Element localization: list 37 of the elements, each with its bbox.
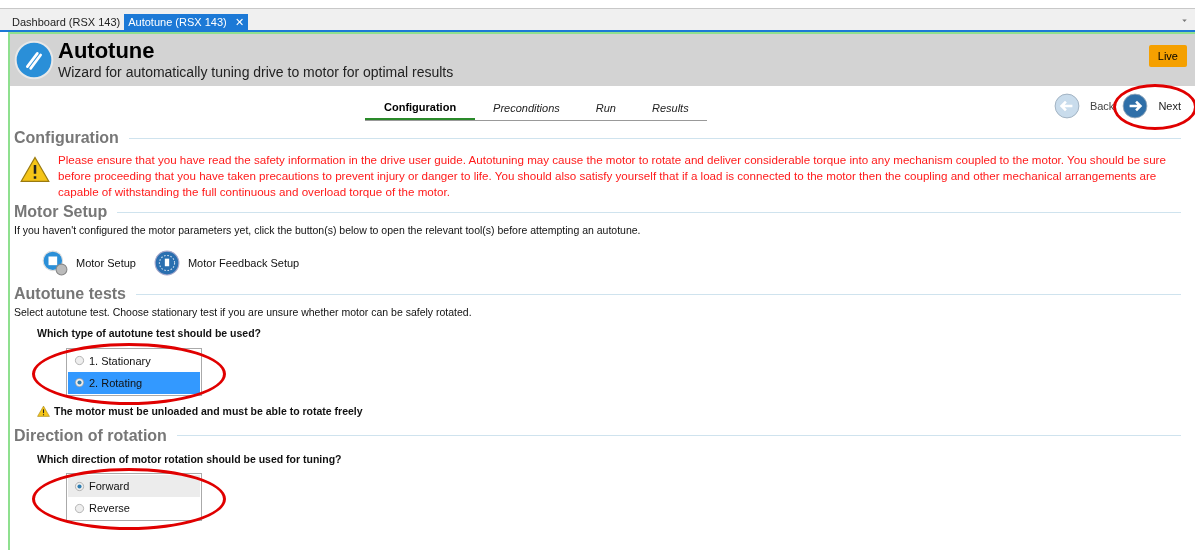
instruction-text: If you haven't configured the motor parameters yet, click the button(s) below to open the relevant tool(s) before attempting an autotune. (14, 223, 642, 238)
warning-icon (20, 155, 50, 185)
dropdown-caret-icon[interactable] (1180, 16, 1189, 25)
next-button[interactable]: Next (1122, 93, 1181, 119)
section-heading: Configuration (14, 128, 119, 148)
radio-selected-icon[interactable] (74, 377, 85, 389)
tool-button[interactable]: Motor Setup (42, 250, 136, 276)
question-label: Which type of autotune test should be used? (36, 326, 262, 341)
warning-icon (37, 405, 50, 419)
radio-option[interactable]: 1. Stationary (68, 349, 200, 372)
radio-option[interactable]: 2. Rotating (68, 371, 200, 394)
wizard-step-tab[interactable]: Configuration (365, 96, 476, 120)
section-heading: Direction of rotation (14, 425, 167, 446)
feedback-dial-icon (153, 250, 180, 276)
wizard-step-tab[interactable]: Run (577, 96, 634, 120)
document-tab[interactable]: Dashboard (RSX 143) (8, 14, 125, 30)
radio-option[interactable]: Forward (68, 475, 200, 498)
warning-note: The motor must be unloaded and must be able to rotate freely (54, 403, 363, 419)
radio-icon[interactable] (74, 355, 85, 367)
instruction-text: Select autotune test. Choose stationary test if you are unsure whether motor can be safely rotated. (14, 305, 473, 320)
section-heading: Motor Setup (14, 202, 108, 222)
live-badge: Live (1148, 44, 1187, 68)
wizard-step-tab[interactable]: Results (633, 96, 707, 120)
close-icon[interactable]: ✕ (234, 13, 244, 31)
wizard-step-tab[interactable]: Preconditions (475, 96, 578, 120)
page-subtitle: Wizard for automatically tuning drive to motor for optimal results (58, 63, 455, 81)
radio-icon[interactable] (74, 502, 85, 514)
document-tab[interactable]: Autotune (RSX 143) ✕ (124, 14, 248, 30)
tool-button[interactable]: Motor Feedback Setup (153, 250, 300, 276)
section-heading: Autotune tests (14, 284, 126, 304)
motor-setup-icon (42, 250, 68, 276)
wrench-icon (14, 40, 54, 80)
radio-option[interactable]: Reverse (68, 497, 200, 520)
radio-selected-icon[interactable] (74, 480, 85, 492)
question-label: Which direction of motor rotation should be used for tuning? (36, 451, 343, 467)
page-title: Autotune (58, 39, 156, 63)
safety-warning-text: Please ensure that you have read the safety information in the drive user guide. Autotuning may cause the motor to rotate and deliver considerable torque into any mechanism coupled to the motor. You should be sure before proceeding that you have taken precautions to prevent injury or danger to life. You should also satisfy yourself that if a load is connected to the motor then the coupling and other mechanical arrangements are capable of withstanding the full continuous and overload torque of the motor. (58, 152, 1167, 200)
